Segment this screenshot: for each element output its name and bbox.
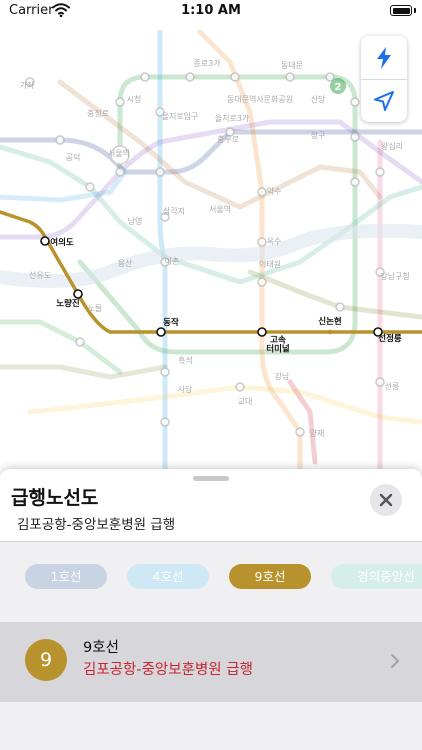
station-label-yeouido[interactable]: 여의도 (50, 239, 73, 248)
battery-tip (414, 8, 416, 13)
chip-line9[interactable]: 9호선 (229, 564, 311, 589)
station-label: 왕십리 (380, 142, 404, 151)
battery-icon (390, 5, 412, 16)
station-label: 삼각지 (162, 207, 186, 216)
station-label: 을지로3가 (214, 114, 250, 123)
station-label: 선유도 (28, 271, 52, 280)
chip-line4[interactable]: 4호선 (127, 564, 209, 589)
express-route-sheet: 급행노선도 김포공항-중앙보훈병원 급행 1호선 4호선 9호선 경의중앙선 9… (0, 469, 422, 750)
station-label: 청구 (310, 131, 326, 140)
station-label: 옥수 (266, 237, 282, 246)
station-label: 용산 (117, 259, 133, 268)
station-label: 약수 (266, 187, 282, 196)
station-label: 이촌 (164, 257, 180, 266)
station-label: 동대문역사문화공원 (226, 95, 294, 104)
station-label: 충무로 (216, 135, 240, 144)
station-label-noryangjin[interactable]: 노량진 (56, 300, 79, 309)
station-label: 교대 (237, 397, 253, 406)
clock: 1:10 AM (181, 3, 241, 18)
sheet-subtitle: 김포공항-중앙보훈병원 급행 (17, 517, 176, 533)
express-toggle-button[interactable] (361, 36, 407, 80)
line-filter-chips: 1호선 4호선 9호선 경의중앙선 (0, 542, 422, 622)
map-controls (361, 36, 407, 122)
station-label-chongsin: 흑석 (178, 356, 193, 365)
station-label: 동대문 (280, 61, 304, 70)
station-label: 시청 (126, 95, 142, 104)
svg-text:2: 2 (335, 82, 342, 93)
station-label-sinnonhyeon[interactable]: 신논현 (318, 318, 341, 327)
location-arrow-icon (374, 90, 394, 111)
close-button[interactable] (370, 484, 402, 516)
station-label: 서울역 (107, 149, 131, 158)
sheet-grabber[interactable] (193, 476, 229, 481)
station-label: 종로3가 (193, 59, 221, 68)
station-label: 강남 (274, 372, 290, 381)
current-location-button[interactable] (361, 79, 407, 122)
sheet-bottom-area (0, 702, 422, 750)
station-label: 을지로입구 (161, 112, 199, 121)
station-label: 충정로 (86, 109, 110, 118)
station-label: 서울역 (208, 205, 232, 214)
route-row[interactable]: 9 9호선 김포공항-중앙보훈병원 급행 (0, 622, 422, 702)
chip-gyeongui[interactable]: 경의중앙선 (331, 564, 422, 589)
close-icon (379, 493, 393, 507)
gyeongui-path (0, 144, 422, 285)
sheet-title: 급행노선도 (11, 487, 99, 509)
station-label-dongjak[interactable]: 동작 (163, 319, 179, 328)
station-label: 공덕 (65, 153, 81, 162)
chip-line1[interactable]: 1호선 (25, 564, 107, 589)
station-label: 선릉 (384, 382, 400, 391)
station-label: 사당 (177, 385, 193, 394)
station-label: 이태원 (258, 260, 282, 269)
lightning-icon (377, 46, 391, 69)
line-badge: 9 (25, 639, 67, 681)
suin-path (27, 384, 422, 425)
station-label: 가좌 (19, 81, 35, 90)
subway-map[interactable]: 2 여의도 노량진 동작 고속 터미널 신논현 선정릉 가좌 충정로 공덕 서울… (0, 22, 422, 482)
route-line-name: 9호선 (83, 640, 119, 656)
line7-west (0, 364, 168, 380)
station-label: 강남구청 (380, 272, 410, 281)
station-label-seonjeongneung[interactable]: 선정릉 (378, 335, 401, 344)
station-label-express-bus-terminal[interactable]: 고속 터미널 (266, 336, 289, 354)
station-label: 남영 (127, 217, 143, 226)
station-label: 양재 (309, 429, 325, 438)
route-name: 김포공항-중앙보훈병원 급행 (83, 662, 253, 678)
station-label: 신당 (310, 95, 326, 104)
status-bar: Carrier 1:10 AM (0, 0, 422, 22)
station-label: 노들 (87, 304, 103, 313)
subway-map-lines: 2 (0, 29, 422, 482)
chevron-right-icon (391, 654, 399, 668)
